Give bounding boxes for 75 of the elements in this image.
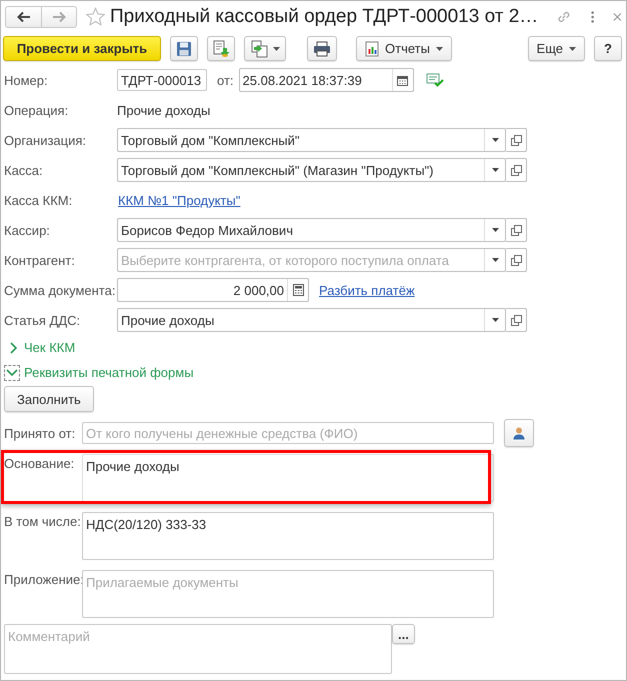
caret-icon: [492, 258, 498, 262]
open-window-icon: [510, 224, 522, 236]
document-check-icon[interactable]: [426, 73, 444, 87]
field-label: Основание:: [4, 455, 76, 471]
calculator-icon: [292, 284, 304, 296]
amount-field[interactable]: 2 000,00: [117, 278, 309, 302]
number-field[interactable]: ТДРТ-000013: [117, 69, 207, 91]
select-field[interactable]: Торговый дом "Комплексный" (Магазин "Продукты"): [117, 158, 506, 182]
help-button[interactable]: ?: [594, 36, 622, 61]
more-button[interactable]: Еще: [528, 36, 585, 61]
split-payment-link[interactable]: Разбить платёж: [319, 282, 415, 298]
caret-icon: [492, 138, 498, 142]
field-label: В том числе:: [4, 513, 82, 529]
select-person-button[interactable]: [504, 419, 534, 447]
field-label: Приложение:: [4, 571, 82, 587]
field-label: Номер:: [4, 72, 49, 88]
star-icon[interactable]: [85, 4, 106, 28]
post-and-close-button[interactable]: Провести и закрыть: [3, 36, 161, 61]
cash-register-link[interactable]: ККМ №1 "Продукты": [118, 192, 240, 208]
forward-arrow-icon: [52, 10, 66, 22]
person-icon: [512, 426, 526, 440]
caret-icon: [272, 46, 280, 50]
caret-icon: [436, 46, 443, 50]
report-chart-icon: [365, 40, 379, 56]
field-label: Контрагент:: [4, 252, 76, 268]
comment-field[interactable]: Комментарий: [4, 624, 392, 674]
date-field[interactable]: 25.08.2021 18:37:39: [238, 68, 414, 92]
select-field[interactable]: Прочие доходы: [117, 308, 506, 332]
field-label: Принято от:: [4, 426, 76, 440]
field-label: от:: [217, 72, 234, 88]
field-label: Статья ДДС:: [4, 312, 82, 328]
documents-arrow-icon: [250, 40, 268, 58]
open-button[interactable]: [506, 158, 527, 182]
group-toggle[interactable]: Реквизиты печатной формы: [4, 360, 194, 385]
window-title: Приходный кассовый ордер ТДРТ-000013 от 2…: [110, 6, 538, 28]
received-from-field[interactable]: От кого получены денежные средства (ФИО): [82, 422, 494, 444]
open-button[interactable]: [506, 248, 527, 272]
caret-icon: [492, 168, 498, 172]
field-label: Организация:: [4, 132, 88, 148]
select-field[interactable]: Торговый дом "Комплексный": [117, 128, 506, 152]
edit-comment-button[interactable]: ...: [392, 624, 415, 644]
calendar-icon: [397, 74, 408, 86]
printer-icon: [313, 40, 331, 56]
open-window-icon: [510, 254, 522, 266]
create-based-on-button[interactable]: [244, 36, 286, 61]
chevron-down-icon: [4, 364, 20, 380]
open-window-icon: [510, 164, 522, 176]
open-button[interactable]: [506, 128, 527, 152]
field-label: Касса ККМ:: [4, 192, 74, 208]
open-window-icon: [510, 134, 522, 146]
field-label: Операция:: [4, 102, 70, 118]
caret-icon: [569, 46, 576, 50]
field-label: Сумма документа:: [4, 282, 116, 298]
memo-field[interactable]: НДС(20/120) 333-33: [82, 512, 494, 560]
back-arrow-icon: [16, 10, 30, 22]
post-button[interactable]: [207, 36, 235, 61]
memo-field[interactable]: Прилагаемые документы: [82, 570, 494, 618]
more-vertical-icon[interactable]: [590, 8, 596, 24]
reports-button[interactable]: Отчеты: [356, 36, 452, 61]
field-label: Касса:: [4, 162, 44, 178]
close-icon[interactable]: [613, 12, 622, 22]
memo-field[interactable]: Прочие доходы: [82, 454, 494, 502]
open-button[interactable]: [506, 218, 527, 242]
operation-value: Прочие доходы: [117, 102, 210, 118]
fill-button[interactable]: Заполнить: [4, 386, 94, 412]
caret-icon: [492, 318, 498, 322]
field-label: Кассир:: [4, 222, 51, 238]
caret-icon: [492, 228, 498, 232]
save-button[interactable]: [170, 36, 198, 61]
select-field[interactable]: Борисов Федор Михайлович: [117, 218, 506, 242]
document-arrow-icon: [212, 40, 230, 58]
open-button[interactable]: [506, 308, 527, 332]
open-window-icon: [510, 314, 522, 326]
group-toggle[interactable]: Чек ККМ: [4, 335, 76, 360]
print-button[interactable]: [307, 36, 337, 61]
